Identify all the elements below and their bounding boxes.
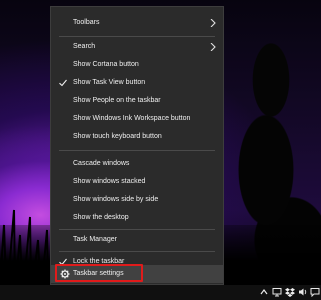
menu-item-show-windows-side-by-side[interactable]: Show windows side by side bbox=[51, 191, 223, 209]
menu-item-label: Cascade windows bbox=[73, 160, 130, 167]
chevron-right-icon bbox=[210, 43, 216, 51]
dropbox-icon[interactable] bbox=[285, 287, 295, 297]
menu-item-label: Search bbox=[73, 43, 96, 50]
menu-item-show-desktop[interactable]: Show the desktop bbox=[51, 209, 223, 227]
menu-item-label: Show touch keyboard button bbox=[73, 133, 162, 140]
menu-item-label: Show Cortana button bbox=[73, 61, 139, 68]
menu-item-task-manager[interactable]: Task Manager bbox=[51, 231, 223, 249]
chevron-up-icon[interactable] bbox=[259, 287, 269, 297]
chevron-right-icon bbox=[210, 19, 216, 27]
menu-item-search[interactable]: Search bbox=[51, 38, 223, 56]
menu-item-label: Show windows side by side bbox=[73, 196, 159, 203]
menu-item-cascade-windows[interactable]: Cascade windows bbox=[51, 155, 223, 173]
menu-separator bbox=[59, 150, 215, 151]
menu-separator bbox=[59, 251, 215, 252]
menu-item-label: Show windows stacked bbox=[73, 178, 146, 185]
highlight-annotation-box bbox=[55, 264, 143, 282]
menu-item-toolbars[interactable]: Toolbars bbox=[51, 14, 223, 32]
menu-item-show-task-view[interactable]: Show Task View button bbox=[51, 74, 223, 92]
menu-item-show-touch-keyboard[interactable]: Show touch keyboard button bbox=[51, 128, 223, 146]
taskbar[interactable] bbox=[0, 285, 321, 300]
speech-bubble-icon[interactable] bbox=[310, 287, 320, 297]
menu-item-label: Show People on the taskbar bbox=[73, 97, 161, 104]
taskbar-context-menu: Toolbars Search Show Cortana button Show… bbox=[50, 6, 224, 285]
menu-item-show-windows-stacked[interactable]: Show windows stacked bbox=[51, 173, 223, 191]
menu-item-show-cortana[interactable]: Show Cortana button bbox=[51, 56, 223, 74]
menu-item-label: Toolbars bbox=[73, 19, 100, 26]
menu-item-label: Show Task View button bbox=[73, 79, 146, 86]
checkmark-icon bbox=[59, 79, 67, 87]
network-icon[interactable] bbox=[272, 287, 282, 297]
menu-item-label: Task Manager bbox=[73, 236, 117, 243]
menu-item-show-ink-workspace[interactable]: Show Windows Ink Workspace button bbox=[51, 110, 223, 128]
menu-item-label: Show Windows Ink Workspace button bbox=[73, 115, 191, 122]
menu-item-label: Show the desktop bbox=[73, 214, 129, 221]
menu-separator bbox=[59, 229, 215, 230]
menu-item-show-people[interactable]: Show People on the taskbar bbox=[51, 92, 223, 110]
volume-icon[interactable] bbox=[298, 287, 308, 297]
menu-separator bbox=[59, 36, 215, 37]
